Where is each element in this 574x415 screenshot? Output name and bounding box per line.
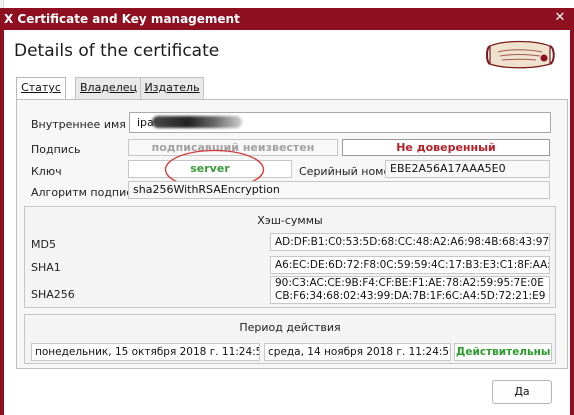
sha256-field: 90:C3:AC:CE:9B:F4:CF:BE:F1:AE:78:A2:59:9… xyxy=(270,276,550,304)
md5-label: MD5 xyxy=(31,238,56,251)
sha256-line-1: 90:C3:AC:CE:9B:F4:CF:BE:F1:AE:78:A2:59:9… xyxy=(275,277,544,289)
valid-from-field: понедельник, 15 октября 2018 г. 11:24:59… xyxy=(31,343,260,361)
validity-state-field: Действительный xyxy=(454,343,552,361)
tab-owner[interactable]: Владелец xyxy=(75,77,142,99)
key-label: Ключ xyxy=(31,165,62,178)
md5-field: AD:DF:B1:C0:53:5D:68:CC:48:A2:A6:98:4B:6… xyxy=(270,233,550,251)
algorithm-label: Алгоритм подписи xyxy=(31,186,140,199)
sha1-label: SHA1 xyxy=(31,261,61,274)
serial-label: Серийный номер xyxy=(299,165,398,178)
trust-status-field: Не доверенный xyxy=(342,139,550,156)
validity-title: Период действия xyxy=(239,321,341,334)
tab-status[interactable]: Статус xyxy=(16,77,66,101)
algorithm-field: sha256WithRSAEncryption xyxy=(128,181,550,199)
close-icon[interactable]: ✕ xyxy=(553,10,567,26)
sha1-field: A6:EC:DE:6D:72:F8:0C:59:59:4C:17:B3:E3:C… xyxy=(270,256,550,274)
internal-name-label: Внутреннее имя xyxy=(31,118,126,131)
internal-name-field[interactable]: ipa xyxy=(129,112,551,133)
window-titlebar: X Certificate and Key management xyxy=(0,8,574,30)
redacted-text xyxy=(152,116,242,128)
window-title: X Certificate and Key management xyxy=(4,12,240,26)
sha256-label: SHA256 xyxy=(31,288,75,301)
signature-label: Подпись xyxy=(31,143,81,156)
sha256-line-2: CB:F6:34:68:02:43:99:DA:7B:1F:6C:A4:5D:7… xyxy=(275,290,546,302)
serial-field: EBE2A56A17AAA5E0 xyxy=(385,160,550,178)
scroll-logo-icon xyxy=(486,40,555,69)
dialog-title: Details of the certificate xyxy=(14,41,220,61)
hashes-title: Хэш-суммы xyxy=(257,214,323,227)
tab-issuer[interactable]: Издатель xyxy=(140,77,204,99)
ok-button[interactable]: Да xyxy=(492,380,552,404)
valid-to-field: среда, 14 ноября 2018 г. 11:24:59 MSK xyxy=(264,343,451,361)
